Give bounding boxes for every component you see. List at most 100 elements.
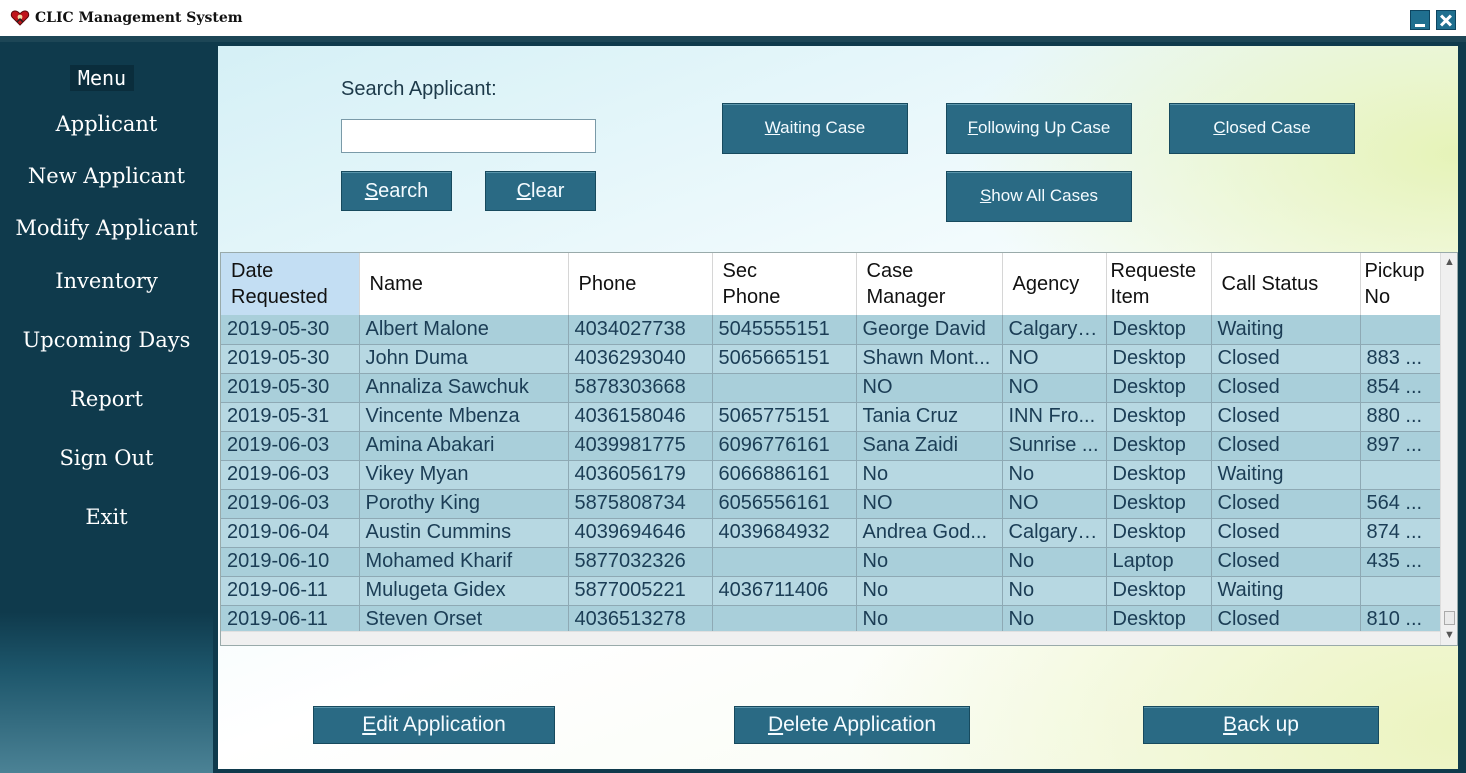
cell-item[interactable]: Desktop [1106,431,1212,461]
cell-sec-phone[interactable]: 6096776161 [712,431,857,461]
table-row[interactable]: 2019-05-30 John Duma 4036293040 5065665151 S… [221,344,1441,374]
table-row[interactable]: 2019-05-30 Annaliza Sawchuk 5878303668 NO NO… [221,373,1441,403]
cell-call-status[interactable]: Closed [1211,547,1361,577]
cell-pickup-no[interactable] [1360,460,1441,490]
cell-phone[interactable]: 4036056179 [568,460,713,490]
cell-agency[interactable]: Calgary ... [1002,315,1107,345]
cell-item[interactable]: Desktop [1106,344,1212,374]
column-header-name[interactable]: Name [359,253,569,315]
cell-date[interactable]: 2019-05-30 [221,373,360,403]
cell-case-manager[interactable]: Andrea God... [856,518,1003,548]
cell-case-manager[interactable]: No [856,605,1003,635]
show-all-cases-button[interactable]: Show All Cases [946,171,1132,222]
cell-item[interactable]: Desktop [1106,489,1212,519]
cell-pickup-no[interactable]: 810 ... [1360,605,1441,635]
cell-sec-phone[interactable] [712,373,857,403]
cell-date[interactable]: 2019-06-03 [221,460,360,490]
cell-case-manager[interactable]: George David [856,315,1003,345]
sidebar-item-exit[interactable]: Exit [0,505,213,529]
cell-sec-phone[interactable]: 5065665151 [712,344,857,374]
cell-agency[interactable]: Calgary ... [1002,518,1107,548]
cell-call-status[interactable]: Waiting [1211,460,1361,490]
edit-application-button[interactable]: Edit Application [313,706,555,744]
cell-agency[interactable]: No [1002,576,1107,606]
cell-sec-phone[interactable]: 6066886161 [712,460,857,490]
cell-call-status[interactable]: Closed [1211,373,1361,403]
cell-agency[interactable]: No [1002,547,1107,577]
cell-call-status[interactable]: Closed [1211,605,1361,635]
table-row[interactable]: 2019-05-31 Vincente Mbenza 4036158046 50657… [221,402,1441,432]
cell-sec-phone[interactable]: 5065775151 [712,402,857,432]
cell-item[interactable]: Desktop [1106,373,1212,403]
cell-date[interactable]: 2019-05-30 [221,344,360,374]
cell-phone[interactable]: 4039694646 [568,518,713,548]
horizontal-scrollbar[interactable] [221,631,1440,645]
sidebar-item-inventory[interactable]: Inventory [0,269,213,293]
cell-name[interactable]: Annaliza Sawchuk [359,373,569,403]
delete-application-button[interactable]: Delete Application [734,706,970,744]
column-header-agency[interactable]: Agency [1002,253,1107,315]
cell-call-status[interactable]: Closed [1211,402,1361,432]
cell-phone[interactable]: 4039981775 [568,431,713,461]
scroll-up-icon[interactable]: ▲ [1443,255,1456,269]
closed-case-button[interactable]: Closed Case [1169,103,1355,154]
cell-sec-phone[interactable]: 4036711406 [712,576,857,606]
cell-phone[interactable]: 5875808734 [568,489,713,519]
cell-pickup-no[interactable]: 883 ... [1360,344,1441,374]
cell-name[interactable]: Albert Malone [359,315,569,345]
table-row[interactable]: 2019-06-03 Amina Abakari 4039981775 6096776… [221,431,1441,461]
cell-sec-phone[interactable]: 5045555151 [712,315,857,345]
cell-name[interactable]: Vikey Myan [359,460,569,490]
cell-pickup-no[interactable] [1360,315,1441,345]
cell-pickup-no[interactable]: 564 ... [1360,489,1441,519]
cell-case-manager[interactable]: No [856,576,1003,606]
cell-phone[interactable]: 5877032326 [568,547,713,577]
cell-item[interactable]: Desktop [1106,402,1212,432]
cell-phone[interactable]: 4034027738 [568,315,713,345]
close-icon[interactable] [1436,10,1456,30]
cell-phone[interactable]: 4036293040 [568,344,713,374]
cell-pickup-no[interactable] [1360,576,1441,606]
following-up-case-button[interactable]: Following Up Case [946,103,1132,154]
cell-item[interactable]: Desktop [1106,518,1212,548]
cell-agency[interactable]: NO [1002,344,1107,374]
table-row[interactable]: 2019-05-30 Albert Malone 4034027738 5045555… [221,315,1441,345]
cell-phone[interactable]: 4036158046 [568,402,713,432]
cell-pickup-no[interactable]: 880 ... [1360,402,1441,432]
cell-agency[interactable]: NO [1002,373,1107,403]
cell-item[interactable]: Laptop [1106,547,1212,577]
cell-item[interactable]: Desktop [1106,605,1212,635]
cell-sec-phone[interactable]: 6056556161 [712,489,857,519]
backup-button[interactable]: Back up [1143,706,1379,744]
cell-call-status[interactable]: Closed [1211,344,1361,374]
cell-sec-phone[interactable] [712,547,857,577]
column-header-date-requested[interactable]: Date Requested [221,253,360,315]
cell-pickup-no[interactable]: 435 ... [1360,547,1441,577]
sidebar-item-applicant[interactable]: Applicant [0,112,213,136]
sidebar-item-report[interactable]: Report [0,387,213,411]
cell-call-status[interactable]: Waiting [1211,576,1361,606]
column-header-case-manager[interactable]: Case Manager [856,253,1003,315]
cell-phone[interactable]: 5878303668 [568,373,713,403]
cell-case-manager[interactable]: No [856,460,1003,490]
cell-item[interactable]: Desktop [1106,576,1212,606]
cell-date[interactable]: 2019-06-11 [221,605,360,635]
cell-phone[interactable]: 5877005221 [568,576,713,606]
table-row[interactable]: 2019-06-03 Vikey Myan 4036056179 6066886161… [221,460,1441,490]
cell-agency[interactable]: INN Fro... [1002,402,1107,432]
cell-date[interactable]: 2019-05-31 [221,402,360,432]
table-row[interactable]: 2019-06-04 Austin Cummins 4039694646 403968… [221,518,1441,548]
table-row[interactable]: 2019-06-10 Mohamed Kharif 5877032326 No No La… [221,547,1441,577]
sidebar-item-upcoming-days[interactable]: Upcoming Days [0,328,213,352]
cell-date[interactable]: 2019-06-10 [221,547,360,577]
scroll-down-icon[interactable]: ▼ [1443,628,1456,642]
sidebar-item-sign-out[interactable]: Sign Out [0,446,213,470]
cell-phone[interactable]: 4036513278 [568,605,713,635]
cell-case-manager[interactable]: No [856,547,1003,577]
cell-date[interactable]: 2019-06-03 [221,431,360,461]
cell-name[interactable]: Amina Abakari [359,431,569,461]
column-header-requested-item[interactable]: Requeste Item [1106,253,1212,315]
cell-item[interactable]: Desktop [1106,315,1212,345]
cell-pickup-no[interactable]: 897 ... [1360,431,1441,461]
cell-pickup-no[interactable]: 854 ... [1360,373,1441,403]
